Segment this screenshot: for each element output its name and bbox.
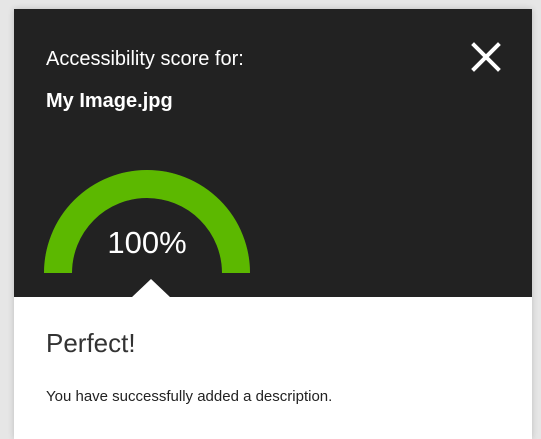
score-header: Accessibility score for: My Image.jpg 10… [14, 9, 532, 298]
close-button[interactable] [462, 33, 510, 81]
result-message: You have successfully added a descriptio… [46, 388, 333, 405]
result-title: Perfect! [46, 328, 136, 358]
score-percent: 100% [107, 225, 187, 260]
score-label: Accessibility score for: [46, 48, 244, 70]
accessibility-score-panel: Accessibility score for: My Image.jpg 10… [14, 9, 532, 439]
file-name: My Image.jpg [46, 90, 173, 112]
close-icon [471, 42, 501, 72]
score-callout-pointer [131, 279, 171, 298]
accessibility-score-gauge: 100% [44, 169, 250, 273]
